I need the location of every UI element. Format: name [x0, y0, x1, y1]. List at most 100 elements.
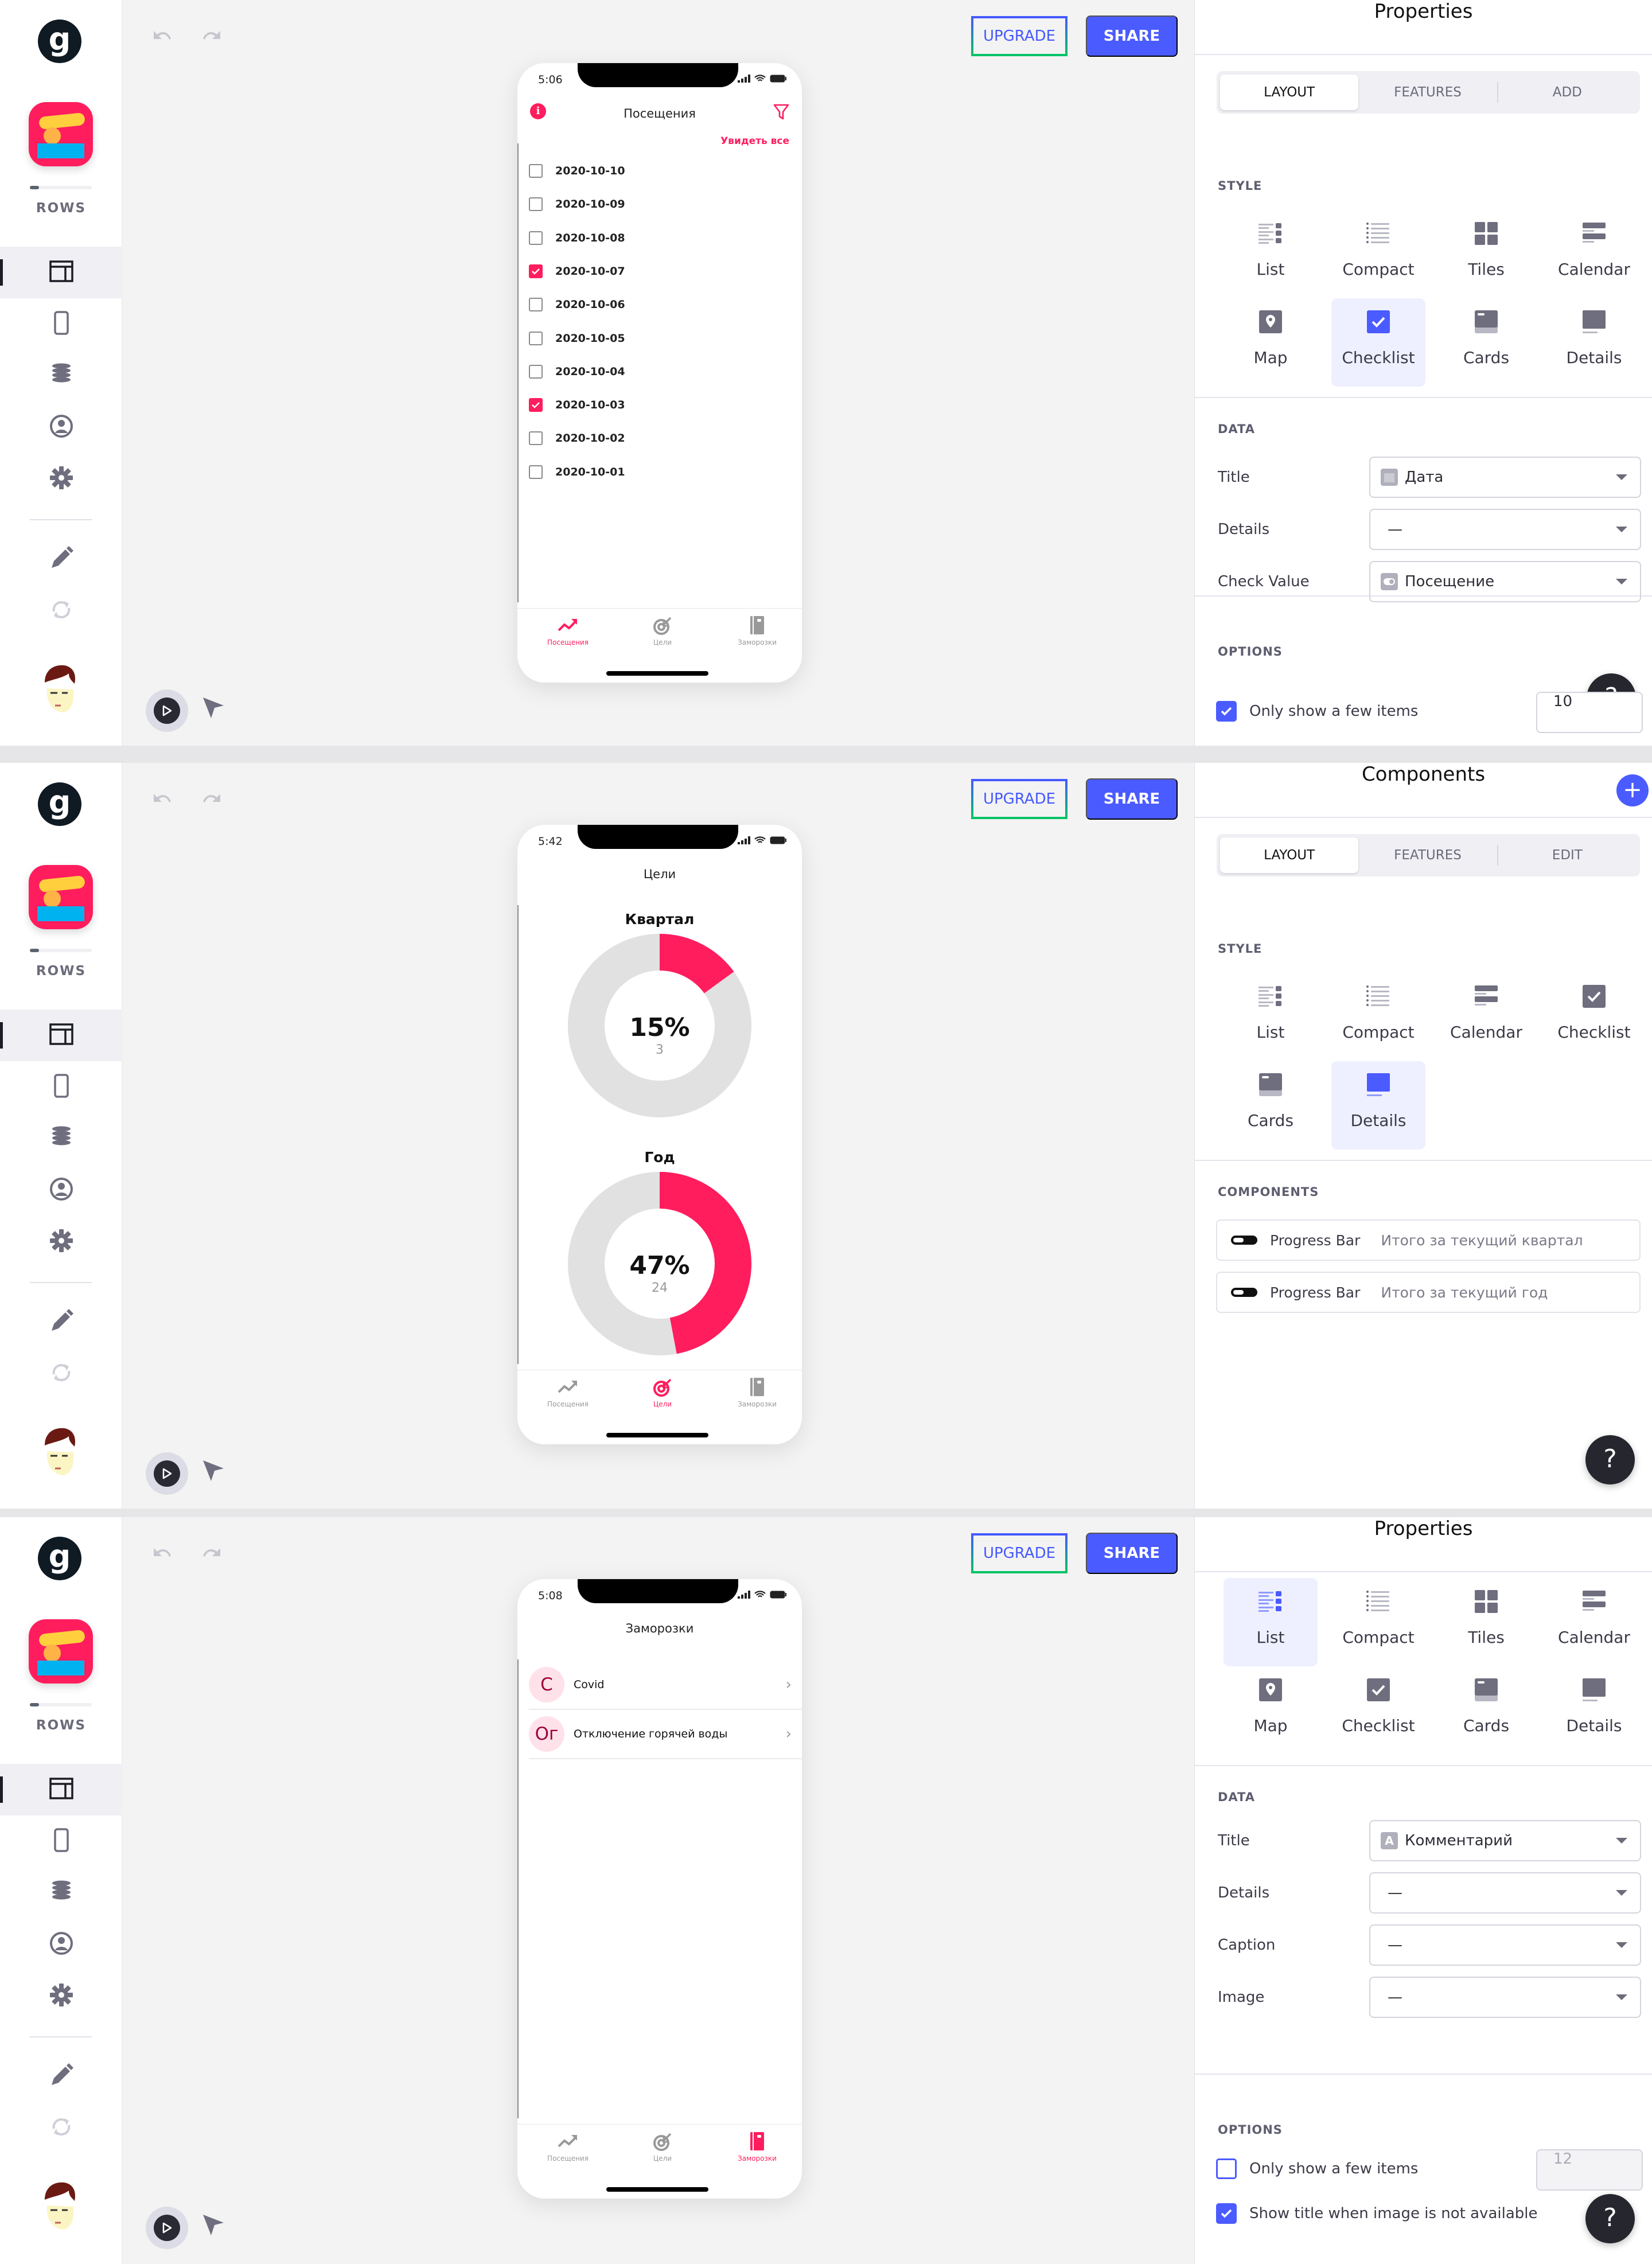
tab-goals[interactable]: Цели [617, 614, 708, 646]
help-button[interactable]: ? [1585, 2194, 1635, 2243]
pointer-tool-icon[interactable] [201, 1458, 226, 1483]
field-select[interactable]: — [1369, 509, 1641, 550]
component-row[interactable]: Progress Bar Итого за текущий квартал [1216, 1219, 1641, 1261]
user-avatar[interactable] [37, 1423, 83, 1480]
style-option-tiles[interactable]: Tiles [1439, 210, 1533, 298]
style-option-calendar[interactable]: Calendar [1547, 1578, 1641, 1666]
tab-goals[interactable]: Цели [617, 2130, 708, 2162]
style-option-calendar[interactable]: Calendar [1439, 973, 1533, 1061]
checklist-row[interactable]: 2020-10-01 [529, 461, 625, 484]
option-checkbox[interactable] [1216, 2158, 1237, 2179]
glide-logo[interactable]: g [38, 20, 81, 63]
nav-user-circle[interactable] [0, 1919, 122, 1970]
row-checkbox[interactable] [529, 465, 543, 479]
nav-sync[interactable] [0, 1348, 122, 1400]
checklist-row[interactable]: 2020-10-02 [529, 427, 625, 450]
checklist-row[interactable]: 2020-10-05 [529, 327, 625, 350]
style-option-details[interactable]: Details [1547, 298, 1641, 387]
tab-freezes[interactable]: Заморозки [711, 1376, 802, 1408]
glide-logo[interactable]: g [38, 1537, 81, 1580]
nav-database[interactable] [0, 1867, 122, 1919]
item-count-input[interactable]: 12 [1536, 2149, 1643, 2191]
nav-database[interactable] [0, 350, 122, 402]
option-checkbox[interactable] [1216, 701, 1237, 722]
undo-icon[interactable] [150, 1545, 176, 1566]
nav-phone[interactable] [0, 298, 122, 350]
field-select[interactable]: Дата [1369, 457, 1641, 498]
tab-layout[interactable]: LAYOUT [1220, 75, 1359, 110]
redo-icon[interactable] [198, 28, 224, 49]
pointer-tool-icon[interactable] [201, 2212, 226, 2238]
nav-user-circle[interactable] [0, 402, 122, 453]
style-option-map[interactable]: Map [1224, 298, 1318, 387]
row-checkbox[interactable] [529, 231, 543, 245]
field-select[interactable]: — [1369, 1924, 1641, 1966]
checklist-row[interactable]: 2020-10-04 [529, 360, 625, 383]
checklist-row[interactable]: 2020-10-07 [529, 260, 625, 283]
upgrade-button[interactable]: UPGRADE [971, 16, 1067, 56]
user-avatar[interactable] [37, 2177, 83, 2234]
pointer-tool-icon[interactable] [201, 695, 226, 720]
nav-edit[interactable] [0, 2051, 122, 2102]
tab-add[interactable]: ADD [1498, 75, 1637, 110]
nav-gear[interactable] [0, 1970, 122, 2022]
row-checkbox[interactable] [529, 164, 543, 178]
field-select[interactable]: — [1369, 1872, 1641, 1914]
freeze-list-item[interactable]: Ог Отключение горячей воды › [529, 1710, 802, 1759]
checklist-row[interactable]: 2020-10-08 [529, 227, 625, 250]
tab-freezes[interactable]: Заморозки [711, 614, 802, 646]
tab-edit[interactable]: EDIT [1498, 837, 1637, 873]
row-checkbox[interactable] [529, 331, 543, 345]
style-option-list[interactable]: List [1224, 1578, 1318, 1666]
option-checkbox[interactable] [1216, 2203, 1237, 2224]
option-limit-items[interactable]: Only show a few items [1216, 701, 1418, 722]
tab-features[interactable]: FEATURES [1358, 837, 1497, 873]
field-select[interactable]: — [1369, 1977, 1641, 2018]
see-all-link[interactable]: Увидеть все [720, 135, 789, 147]
style-option-calendar[interactable]: Calendar [1547, 210, 1641, 298]
share-button[interactable]: SHARE [1086, 15, 1178, 57]
checklist-row[interactable]: 2020-10-06 [529, 293, 625, 316]
nav-user-circle[interactable] [0, 1164, 122, 1216]
nav-layout[interactable] [0, 1010, 122, 1061]
style-option-cards[interactable]: Cards [1439, 298, 1533, 387]
nav-layout[interactable] [0, 247, 122, 298]
freeze-list-item[interactable]: C Covid › [529, 1661, 802, 1710]
style-option-tiles[interactable]: Tiles [1439, 1578, 1533, 1666]
row-checkbox[interactable] [529, 264, 543, 278]
style-option-cards[interactable]: Cards [1439, 1666, 1533, 1755]
help-button[interactable]: ? [1585, 1435, 1635, 1484]
option-limit-items[interactable]: Only show a few items [1216, 2158, 1418, 2179]
style-option-details[interactable]: Details [1331, 1061, 1425, 1149]
app-icon[interactable] [29, 865, 93, 929]
style-option-list[interactable]: List [1224, 973, 1318, 1061]
nav-layout[interactable] [0, 1764, 122, 1815]
tab-visits[interactable]: Посещения [522, 1376, 614, 1408]
tab-visits[interactable]: Посещения [522, 2130, 614, 2162]
filter-icon[interactable] [773, 103, 789, 120]
style-option-details[interactable]: Details [1547, 1666, 1641, 1755]
style-option-checklist[interactable]: Checklist [1331, 298, 1425, 387]
nav-gear[interactable] [0, 453, 122, 505]
nav-gear[interactable] [0, 1216, 122, 1268]
row-checkbox[interactable] [529, 431, 543, 446]
row-checkbox[interactable] [529, 364, 543, 379]
checklist-row[interactable]: 2020-10-10 [529, 159, 625, 182]
style-option-map[interactable]: Map [1224, 1666, 1318, 1755]
checklist-row[interactable]: 2020-10-03 [529, 393, 625, 416]
undo-icon[interactable] [150, 790, 176, 812]
style-option-compact[interactable]: Compact [1331, 1578, 1425, 1666]
user-avatar[interactable] [37, 660, 83, 717]
row-checkbox[interactable] [529, 398, 543, 412]
nav-sync[interactable] [0, 2102, 122, 2154]
field-select[interactable]: Посещение [1369, 561, 1641, 602]
play-preview-button[interactable] [146, 2207, 188, 2249]
nav-edit[interactable] [0, 1296, 122, 1348]
style-option-compact[interactable]: Compact [1331, 210, 1425, 298]
redo-icon[interactable] [198, 1545, 224, 1566]
nav-sync[interactable] [0, 585, 122, 637]
tab-goals[interactable]: Цели [617, 1376, 708, 1408]
field-select[interactable]: A Комментарий [1369, 1820, 1641, 1861]
app-icon[interactable] [29, 102, 93, 166]
upgrade-button[interactable]: UPGRADE [971, 1533, 1067, 1573]
